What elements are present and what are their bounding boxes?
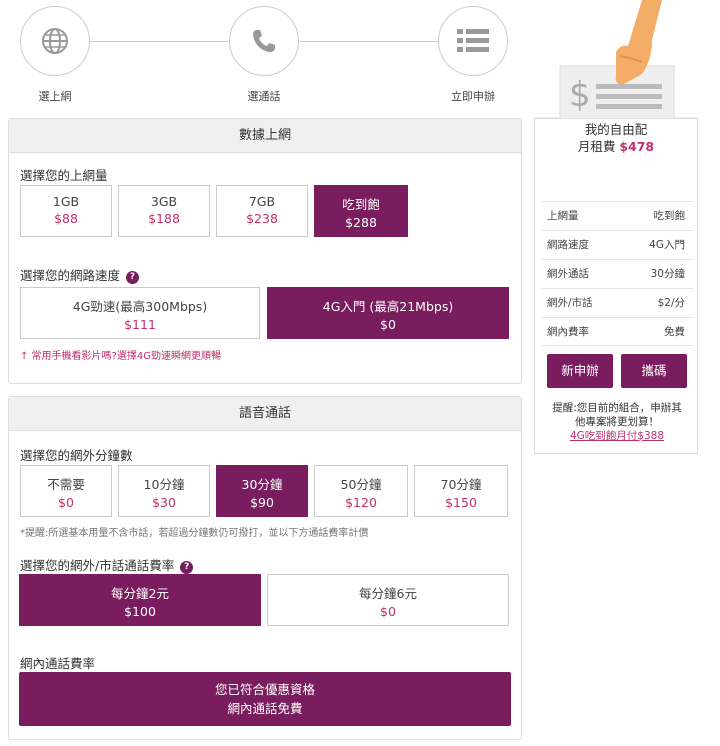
minutes-option-30[interactable]: 30分鐘 $90 xyxy=(216,465,308,517)
rate-label-text: 選擇您的網外/市話通話費率 xyxy=(20,558,175,573)
summary-row: 網路速度 4G入門 xyxy=(541,230,693,259)
speed-option-4g-basic[interactable]: 4G入門 (最高21Mbps) $0 xyxy=(267,287,509,339)
step-1-label: 選上網 xyxy=(38,90,72,103)
summary-note: 提醒:您目前的組合，申辦其 他專案將更划算！ 4G吃到飽月付$388 xyxy=(541,401,693,443)
summary-row: 網外/市話 $2/分 xyxy=(541,288,693,317)
option-price: $188 xyxy=(148,211,180,226)
row-key: 網內費率 xyxy=(547,326,589,338)
new-apply-button[interactable]: 新申辦 xyxy=(547,354,613,388)
option-price: $100 xyxy=(124,604,156,619)
summary-panel: 我的自由配 月租費 $478 上網量 吃到飽 網路速度 4G入門 網外通話 30… xyxy=(534,118,698,454)
help-icon[interactable]: ? xyxy=(180,561,194,574)
step-1-button[interactable] xyxy=(20,6,90,76)
rate-option-6[interactable]: 每分鐘6元 $0 xyxy=(267,574,509,626)
summary-header: 我的自由配 月租費 $478 xyxy=(535,121,697,155)
option-price: $0 xyxy=(58,495,74,510)
minutes-option-none[interactable]: 不需要 $0 xyxy=(20,465,112,517)
number-port-button[interactable]: 攜碼 xyxy=(621,354,687,388)
option-name: 3GB xyxy=(150,194,178,209)
step-3-label: 立即申辦 xyxy=(451,90,495,103)
minutes-option-50[interactable]: 50分鐘 $120 xyxy=(314,465,408,517)
onnet-label: 網內通話費率 xyxy=(20,656,96,671)
volume-label: 選擇您的上網量 xyxy=(20,168,108,183)
row-value: 30分鐘 xyxy=(650,268,685,280)
svg-text:$: $ xyxy=(569,75,591,115)
speed-option-4g-turbo[interactable]: 4G勁速(最高300Mbps) $111 xyxy=(20,287,260,339)
volume-option-unlimited[interactable]: 吃到飽 $288 xyxy=(314,185,408,237)
data-panel-title: 數據上網 xyxy=(9,119,521,153)
minutes-label: 選擇您的網外分鐘數 xyxy=(20,448,133,463)
option-price: $30 xyxy=(152,495,176,510)
step-2-label: 選通話 xyxy=(247,90,281,103)
option-price: $111 xyxy=(124,317,156,332)
phone-icon xyxy=(253,30,275,53)
step-3-button[interactable] xyxy=(438,6,508,76)
option-price: $120 xyxy=(345,495,377,510)
step-connector xyxy=(300,41,438,42)
step-2-button[interactable] xyxy=(229,6,299,76)
help-icon[interactable]: ? xyxy=(126,271,140,284)
onnet-line1: 您已符合優惠資格 xyxy=(214,682,315,697)
option-name: 不需要 xyxy=(47,477,85,492)
option-name: 10分鐘 xyxy=(143,477,185,492)
globe-icon xyxy=(42,28,68,54)
option-price: $88 xyxy=(54,211,78,226)
row-key: 網外通話 xyxy=(547,268,589,280)
rate-option-2[interactable]: 每分鐘2元 $100 xyxy=(19,574,261,626)
row-value: 吃到飽 xyxy=(653,210,686,222)
option-name: 每分鐘2元 xyxy=(111,586,169,601)
row-key: 網路速度 xyxy=(547,239,589,251)
speed-label: 選擇您的網路速度? xyxy=(20,265,140,284)
progress-steps: 選上網 選通話 立即申辦 xyxy=(0,0,530,110)
speed-label-text: 選擇您的網路速度 xyxy=(20,268,121,283)
voice-panel-title: 語音通話 xyxy=(9,397,521,431)
row-value: 免費 xyxy=(664,326,685,338)
option-name: 4G入門 (最高21Mbps) xyxy=(322,299,454,314)
option-name: 1GB xyxy=(52,194,80,209)
option-name: 7GB xyxy=(248,194,276,209)
onnet-line2: 網內通話免費 xyxy=(227,701,303,716)
list-icon xyxy=(457,29,489,52)
plan-title: 我的自由配 xyxy=(584,122,648,137)
minutes-hint: *提醒:所選基本用量不含市話，若超過分鐘數仍可撥打，並以下方通話費率計價 xyxy=(20,528,369,539)
rate-label: 選擇您的網外/市話通話費率? xyxy=(20,555,194,574)
data-panel: 數據上網 選擇您的上網量 1GB $88 3GB $188 7GB $238 吃… xyxy=(8,118,522,384)
onnet-free-banner: 您已符合優惠資格 網內通話免費 xyxy=(19,672,511,726)
note-line1: 提醒:您目前的組合，申辦其 xyxy=(552,402,682,414)
row-value: $2/分 xyxy=(657,297,685,309)
option-name: 每分鐘6元 xyxy=(359,586,417,601)
fee-line: 月租費 $478 xyxy=(535,138,697,155)
option-price: $90 xyxy=(250,495,274,510)
row-key: 上網量 xyxy=(547,210,579,222)
volume-option-3gb[interactable]: 3GB $188 xyxy=(118,185,210,237)
summary-row: 網外通話 30分鐘 xyxy=(541,259,693,288)
option-price: $0 xyxy=(380,604,396,619)
plan-builder-page: 選上網 選通話 立即申辦 數據上網 選擇您的上網量 1GB $88 3GB $1… xyxy=(0,0,720,746)
option-name: 吃到飽 xyxy=(342,197,380,212)
summary-row: 上網量 吃到飽 xyxy=(541,201,693,230)
option-name: 4G勁速(最高300Mbps) xyxy=(72,299,208,314)
option-price: $288 xyxy=(345,215,377,230)
minutes-option-10[interactable]: 10分鐘 $30 xyxy=(118,465,210,517)
row-key: 網外/市話 xyxy=(547,297,593,309)
note-line2: 他專案將更划算！ xyxy=(575,416,659,428)
fee-value: $478 xyxy=(619,139,655,154)
option-name: 30分鐘 xyxy=(241,477,283,492)
step-connector xyxy=(90,41,228,42)
speed-hint: ↑ 常用手機看影片嗎?選擇4G勁速瞬網更順暢 xyxy=(20,351,221,362)
option-name: 50分鐘 xyxy=(340,477,382,492)
fee-label: 月租費 xyxy=(577,139,616,154)
volume-option-1gb[interactable]: 1GB $88 xyxy=(20,185,112,237)
option-price: $150 xyxy=(445,495,477,510)
voice-panel: 語音通話 選擇您的網外分鐘數 不需要 $0 10分鐘 $30 30分鐘 $90 … xyxy=(8,396,522,740)
option-name: 70分鐘 xyxy=(440,477,482,492)
row-value: 4G入門 xyxy=(649,239,685,251)
volume-option-7gb[interactable]: 7GB $238 xyxy=(216,185,308,237)
option-price: $0 xyxy=(380,317,396,332)
better-plan-link[interactable]: 4G吃到飽月付$388 xyxy=(541,429,693,443)
summary-row: 網內費率 免費 xyxy=(541,317,693,346)
minutes-option-70[interactable]: 70分鐘 $150 xyxy=(414,465,508,517)
option-price: $238 xyxy=(246,211,278,226)
